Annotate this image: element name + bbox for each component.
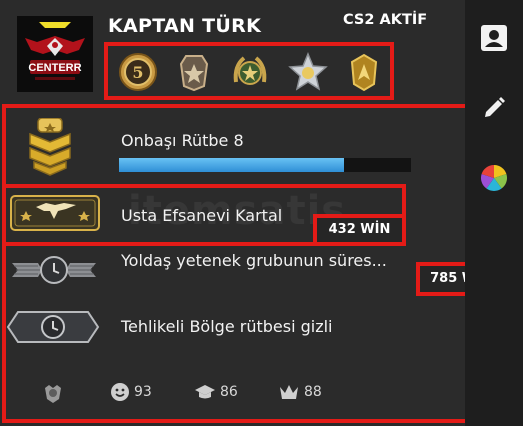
side-rail [465,0,523,426]
username: KAPTAN TÜRK [108,15,262,37]
silver-star-medal-icon[interactable] [288,52,328,92]
pencil-icon[interactable] [478,92,510,124]
medal-showcase: 5 [104,42,394,100]
avatar-text: CENTERR [28,62,81,74]
avatar-logo-icon: CENTERR [17,16,93,92]
svg-text:5: 5 [132,63,143,82]
game-status: CS2 AKTİF [343,12,428,28]
avatar[interactable]: CENTERR [17,16,93,92]
profile-card-icon[interactable] [478,22,510,54]
five-year-coin-icon[interactable]: 5 [118,52,158,92]
gold-operation-coin-icon[interactable] [344,52,384,92]
color-wheel-icon[interactable] [478,162,510,194]
service-medal-icon[interactable] [174,52,214,92]
laurel-star-medal-icon[interactable] [230,52,270,92]
